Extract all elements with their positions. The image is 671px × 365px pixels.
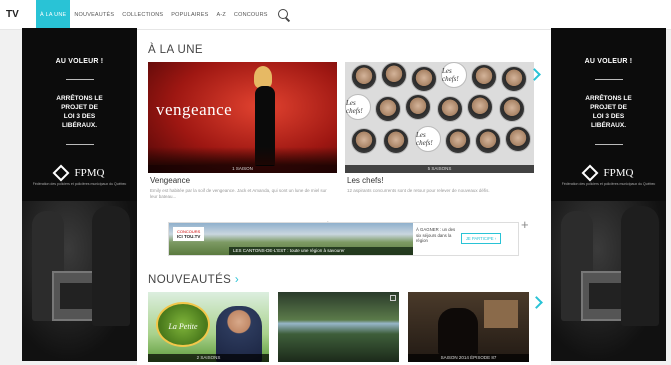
ad-photo xyxy=(551,201,666,361)
side-ad-left[interactable]: AU VOLEUR ! ARRÊTONS LE PROJET DE LOI 3 … xyxy=(22,28,137,361)
top-navigation: TV À LA UNE NOUVEAUTÉS COLLECTIONS POPUL… xyxy=(0,0,671,30)
ad-divider xyxy=(594,79,623,80)
chef-portrait xyxy=(445,128,471,154)
carousel-next-arrow-icon[interactable] xyxy=(529,68,539,82)
section-title-a-la-une: À LA UNE xyxy=(148,44,203,56)
season-ribbon: 2 SAISONS xyxy=(148,354,269,362)
season-ribbon: 1 SAISON xyxy=(148,165,337,173)
chef-portrait xyxy=(381,62,407,88)
banner-brand-name: ICI TOU.TV xyxy=(177,234,201,239)
chef-portrait xyxy=(467,94,493,120)
show-thumbnail[interactable]: Les chefs! Les chefs! Les chefs! 5 SAISO… xyxy=(345,62,534,173)
chef-portrait xyxy=(501,66,527,92)
figure-hair xyxy=(254,66,272,88)
chef-portrait xyxy=(351,64,377,90)
ad-logo-subtitle: Fédération des policiers et policières m… xyxy=(561,182,656,186)
show-card-nouveaute[interactable] xyxy=(278,292,399,365)
show-logo-sign: La Petite Séduction xyxy=(156,302,210,347)
carousel-next-arrow-icon[interactable] xyxy=(531,296,541,310)
show-description: 12 aspirants concurrents sont de retour … xyxy=(347,188,490,193)
show-thumbnail[interactable]: La Petite Séduction 2 SAISONS xyxy=(148,292,269,362)
banner-prize-text: À GAGNER : un des six séjours dans la ré… xyxy=(416,227,456,243)
show-card-nouveaute[interactable]: La Petite Séduction 2 SAISONS xyxy=(148,292,269,365)
main-content: À LA UNE vengeance 1 SAISON Vengeance Em… xyxy=(137,30,551,365)
show-card-nouveaute[interactable]: SAISON 2014 ÉPISODE 87 xyxy=(408,292,529,365)
chef-portrait xyxy=(375,96,401,122)
search-icon[interactable] xyxy=(277,8,290,21)
ad-headline: AU VOLEUR ! xyxy=(584,58,633,65)
chevron-right-icon: › xyxy=(234,274,240,286)
chef-portrait xyxy=(411,66,437,92)
video-icon xyxy=(390,295,396,301)
show-logo-badge: Les chefs! xyxy=(415,126,441,152)
nav-item-nouveautes[interactable]: NOUVEAUTÉS xyxy=(70,0,118,30)
chef-portrait xyxy=(405,94,431,120)
nav-item-collections[interactable]: COLLECTIONS xyxy=(118,0,167,30)
chef-portrait xyxy=(475,128,501,154)
nav-item-a-z[interactable]: A-Z xyxy=(212,0,229,30)
artwork-silhouette xyxy=(438,308,478,354)
fpmq-logo-icon xyxy=(52,164,70,182)
nav-item-a-la-une[interactable]: À LA UNE xyxy=(36,0,71,30)
show-artwork-title: vengeance xyxy=(156,100,233,119)
ad-logo: FPMQ xyxy=(22,164,137,182)
chef-portrait xyxy=(351,128,377,154)
show-thumbnail[interactable]: SAISON 2014 ÉPISODE 87 xyxy=(408,292,529,362)
show-card-vengeance[interactable]: vengeance 1 SAISON Vengeance Emily est h… xyxy=(148,62,337,234)
chef-portrait xyxy=(505,126,531,152)
nav-item-concours[interactable]: CONCOURS xyxy=(230,0,272,30)
season-ribbon: SAISON 2014 ÉPISODE 87 xyxy=(408,354,529,362)
ad-divider xyxy=(594,144,623,145)
chef-portrait xyxy=(471,64,497,90)
ad-message-line: LIBÉRAUX. xyxy=(590,122,627,129)
chef-portrait xyxy=(437,96,463,122)
show-description: Emily est habitée par la soif de vengean… xyxy=(150,188,327,199)
site-logo[interactable]: TV xyxy=(0,9,36,20)
show-logo-badge: Les chefs! xyxy=(345,94,371,120)
ad-message-line: PROJET DE xyxy=(590,104,627,111)
section-title-text: NOUVEAUTÉS xyxy=(148,274,232,286)
season-ribbon: 5 SAISONS xyxy=(345,165,534,173)
ad-message-line: ARRÊTONS LE xyxy=(56,95,103,102)
ad-message-line: LIBÉRAUX. xyxy=(61,122,98,129)
add-to-list-button[interactable]: + xyxy=(521,217,529,232)
artwork-window xyxy=(484,300,518,328)
section-title-nouveautes[interactable]: NOUVEAUTÉS › xyxy=(148,274,239,286)
ad-logo-text: FPMQ xyxy=(603,167,634,179)
ad-message-line: LOI 3 DES xyxy=(592,113,625,120)
ad-photo xyxy=(22,201,137,361)
show-title[interactable]: Les chefs! xyxy=(347,176,383,185)
ad-logo-subtitle: Fédération des policiers et policières m… xyxy=(32,182,127,186)
side-ad-right[interactable]: AU VOLEUR ! ARRÊTONS LE PROJET DE LOI 3 … xyxy=(551,28,666,361)
artwork-foreground xyxy=(148,147,337,165)
contest-banner[interactable]: CONCOURS ICI TOU.TV LES CANTONS-DE-L'EST… xyxy=(168,222,519,256)
ad-person-figure xyxy=(621,206,659,326)
banner-landscape-image: CONCOURS ICI TOU.TV LES CANTONS-DE-L'EST… xyxy=(169,223,413,255)
ad-message-line: LOI 3 DES xyxy=(63,113,96,120)
chef-portrait xyxy=(383,128,409,154)
ad-message-line: ARRÊTONS LE xyxy=(585,95,632,102)
show-title[interactable]: Vengeance xyxy=(150,176,190,185)
ad-divider xyxy=(65,79,94,80)
ad-logo: FPMQ xyxy=(551,164,666,182)
ad-person-figure xyxy=(92,206,130,326)
ad-divider xyxy=(65,144,94,145)
show-logo-badge: Les chefs! xyxy=(441,62,467,88)
ad-logo-text: FPMQ xyxy=(74,167,105,179)
ad-headline: AU VOLEUR ! xyxy=(55,58,104,65)
show-thumbnail[interactable]: vengeance 1 SAISON xyxy=(148,62,337,173)
ad-message-line: PROJET DE xyxy=(61,104,98,111)
banner-caption: LES CANTONS-DE-L'EST : toute une région … xyxy=(229,247,413,255)
show-thumbnail[interactable] xyxy=(278,292,399,362)
show-card-les-chefs[interactable]: Les chefs! Les chefs! Les chefs! 5 SAISO… xyxy=(345,62,534,234)
participate-button[interactable]: JE PARTICIPE › xyxy=(461,233,501,244)
chef-portrait xyxy=(499,96,525,122)
fpmq-logo-icon xyxy=(581,164,599,182)
banner-brand: CONCOURS ICI TOU.TV xyxy=(173,227,205,241)
nav-item-populaires[interactable]: POPULAIRES xyxy=(167,0,212,30)
